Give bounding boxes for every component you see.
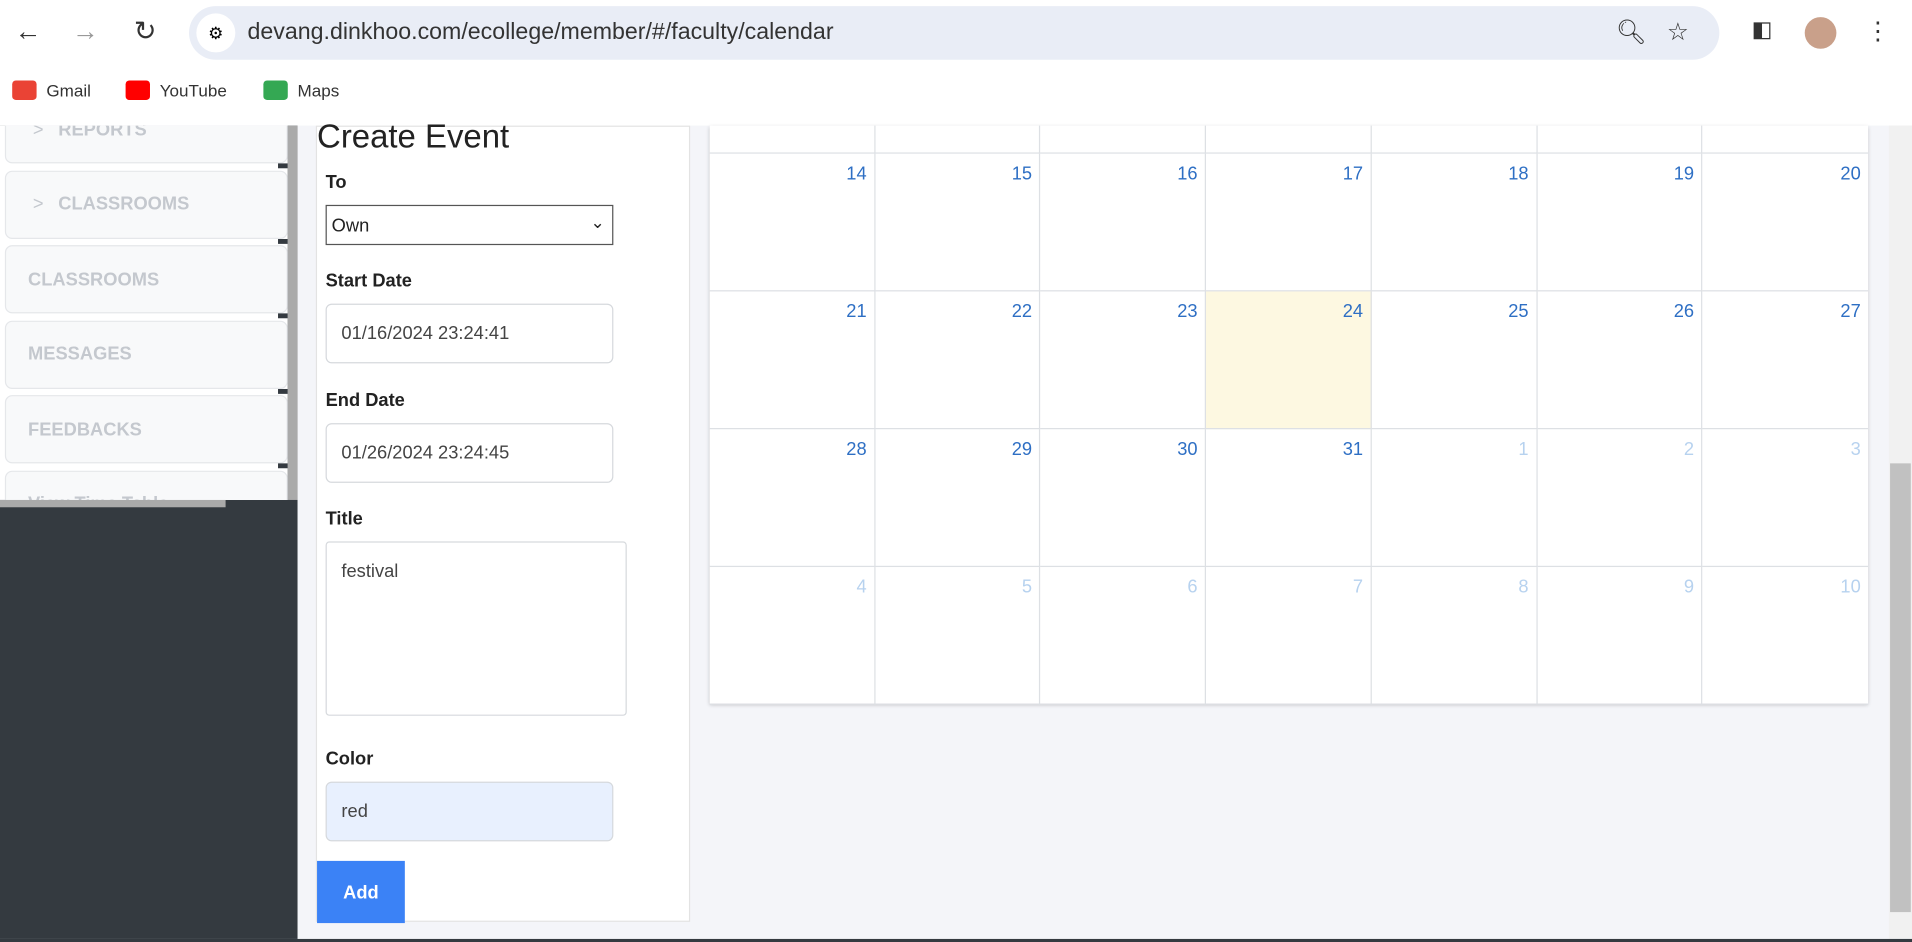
- calendar-day[interactable]: 26: [1537, 291, 1703, 430]
- page-scrollbar-thumb[interactable]: [1890, 463, 1911, 913]
- back-icon[interactable]: ←: [10, 16, 47, 48]
- star-icon[interactable]: ☆: [1667, 17, 1689, 47]
- bookmark-label: Maps: [297, 80, 340, 100]
- sidebar-item-label: CLASSROOMS: [58, 193, 190, 215]
- calendar-day[interactable]: [1206, 125, 1372, 154]
- gmail-icon: [12, 80, 37, 100]
- sidebar-item-label: FEEDBACKS: [28, 418, 142, 440]
- sidebar-item[interactable]: FEEDBACKS: [4, 395, 288, 464]
- bookmark-label: Gmail: [46, 80, 91, 100]
- to-label: To: [325, 171, 347, 193]
- calendar-day[interactable]: 18: [1371, 153, 1538, 292]
- calendar-day[interactable]: 29: [875, 429, 1041, 568]
- form-title: Create Event: [317, 118, 510, 155]
- calendar-day[interactable]: [1371, 125, 1538, 154]
- add-button[interactable]: Add: [317, 860, 405, 924]
- url-text[interactable]: devang.dinkhoo.com/ecollege/member/#/fac…: [248, 20, 834, 47]
- sidebar-horizontal-scrollbar[interactable]: [0, 499, 226, 508]
- calendar-day[interactable]: 23: [1040, 291, 1207, 430]
- divider: [278, 163, 288, 169]
- sidebar-item[interactable]: MESSAGES: [4, 320, 288, 389]
- chevron-right-icon: >: [32, 193, 44, 215]
- calendar-day[interactable]: 21: [709, 291, 876, 430]
- browser-toolbar: ← → ↻ ⚙ devang.dinkhoo.com/ecollege/memb…: [0, 0, 1912, 126]
- create-event-form: Create Event To Own ⌄ Start Date 01/16/20…: [315, 118, 691, 924]
- site-settings-icon[interactable]: ⚙: [196, 13, 236, 53]
- calendar-day[interactable]: 24: [1206, 291, 1372, 430]
- calendar-day[interactable]: 16: [1040, 153, 1207, 292]
- calendar-day[interactable]: [1040, 125, 1207, 154]
- calendar-day[interactable]: 20: [1702, 154, 1869, 292]
- sidebar-item[interactable]: CLASSROOMS: [4, 245, 288, 314]
- calendar-day[interactable]: 14: [709, 153, 876, 292]
- chevron-down-icon: ⌄: [590, 212, 605, 232]
- zoom-icon[interactable]: 🔍︎: [1616, 17, 1647, 47]
- maps-icon: [263, 80, 288, 100]
- calendar-day[interactable]: 7: [1206, 567, 1372, 705]
- sidebar-item[interactable]: > REPORTS: [4, 125, 288, 164]
- calendar-day[interactable]: 25: [1371, 291, 1538, 430]
- calendar-day[interactable]: 28: [709, 429, 876, 568]
- calendar-day[interactable]: 22: [875, 291, 1041, 430]
- divider: [278, 313, 288, 319]
- avatar[interactable]: [1804, 17, 1837, 49]
- calendar-day[interactable]: 3: [1702, 429, 1869, 568]
- title-textarea[interactable]: festival: [325, 541, 627, 716]
- side-panel-icon[interactable]: ◧: [1744, 17, 1781, 43]
- sidebar-item[interactable]: > CLASSROOMS: [4, 170, 288, 239]
- calendar-day[interactable]: 30: [1040, 429, 1207, 568]
- title-label: Title: [325, 508, 363, 530]
- calendar-day[interactable]: 4: [709, 567, 876, 705]
- sidebar-item-label: REPORTS: [58, 125, 147, 140]
- calendar-day[interactable]: 27: [1702, 291, 1869, 430]
- divider: [278, 463, 288, 469]
- sidebar-item-label: MESSAGES: [28, 343, 132, 365]
- sidebar: > REPORTS > CLASSROOMS CLASSROOMS MESSAGES FEE…: [0, 125, 298, 939]
- to-select[interactable]: Own ⌄: [325, 204, 614, 246]
- calendar-day[interactable]: [709, 125, 876, 154]
- calendar-day[interactable]: 10: [1702, 567, 1869, 705]
- bookmark-label: YouTube: [159, 80, 227, 100]
- sidebar-item[interactable]: View Time Table: [4, 470, 288, 500]
- divider: [278, 388, 288, 394]
- calendar-day[interactable]: 19: [1537, 153, 1703, 292]
- chevron-right-icon: >: [32, 125, 44, 140]
- to-value: Own: [331, 215, 370, 237]
- end-date-input[interactable]: 01/26/2024 23:24:45: [325, 423, 614, 483]
- bookmark-youtube[interactable]: YouTube: [125, 80, 227, 100]
- calendar-day[interactable]: 6: [1040, 567, 1207, 705]
- calendar-day[interactable]: 31: [1206, 429, 1372, 568]
- forward-icon[interactable]: →: [67, 16, 104, 48]
- youtube-icon: [125, 80, 150, 100]
- end-date-label: End Date: [325, 390, 405, 411]
- calendar-grid: 14 15 16 17 18 19 20 21 22 23 24 25 26 27 28 29 30 31 1 2 3 4…: [709, 125, 1869, 705]
- menu-icon[interactable]: ⋮: [1860, 16, 1897, 46]
- bookmark-gmail[interactable]: Gmail: [12, 80, 91, 100]
- color-label: Color: [325, 748, 374, 770]
- calendar-day[interactable]: [1702, 126, 1869, 154]
- calendar-day[interactable]: [875, 125, 1041, 154]
- calendar-day[interactable]: 1: [1371, 429, 1538, 568]
- calendar-day[interactable]: 15: [875, 153, 1041, 292]
- color-input[interactable]: red: [325, 781, 614, 842]
- address-bar[interactable]: ⚙ devang.dinkhoo.com/ecollege/member/#/f…: [189, 6, 1720, 60]
- start-date-input[interactable]: 01/16/2024 23:24:41: [325, 303, 614, 364]
- sidebar-menu: > REPORTS > CLASSROOMS CLASSROOMS MESSAGES FEE…: [0, 125, 288, 500]
- calendar-day[interactable]: 9: [1537, 567, 1703, 705]
- sidebar-item-label: CLASSROOMS: [28, 268, 160, 290]
- reload-icon[interactable]: ↻: [127, 16, 164, 48]
- calendar-day[interactable]: 17: [1206, 153, 1372, 292]
- start-date-label: Start Date: [325, 270, 412, 292]
- sidebar-scrollbar[interactable]: [287, 125, 298, 500]
- divider: [278, 238, 288, 244]
- bookmark-maps[interactable]: Maps: [263, 80, 339, 100]
- calendar-day[interactable]: 8: [1371, 567, 1538, 705]
- calendar-day[interactable]: 5: [875, 567, 1041, 705]
- calendar-day[interactable]: [1537, 125, 1703, 154]
- calendar-day[interactable]: 2: [1537, 429, 1703, 568]
